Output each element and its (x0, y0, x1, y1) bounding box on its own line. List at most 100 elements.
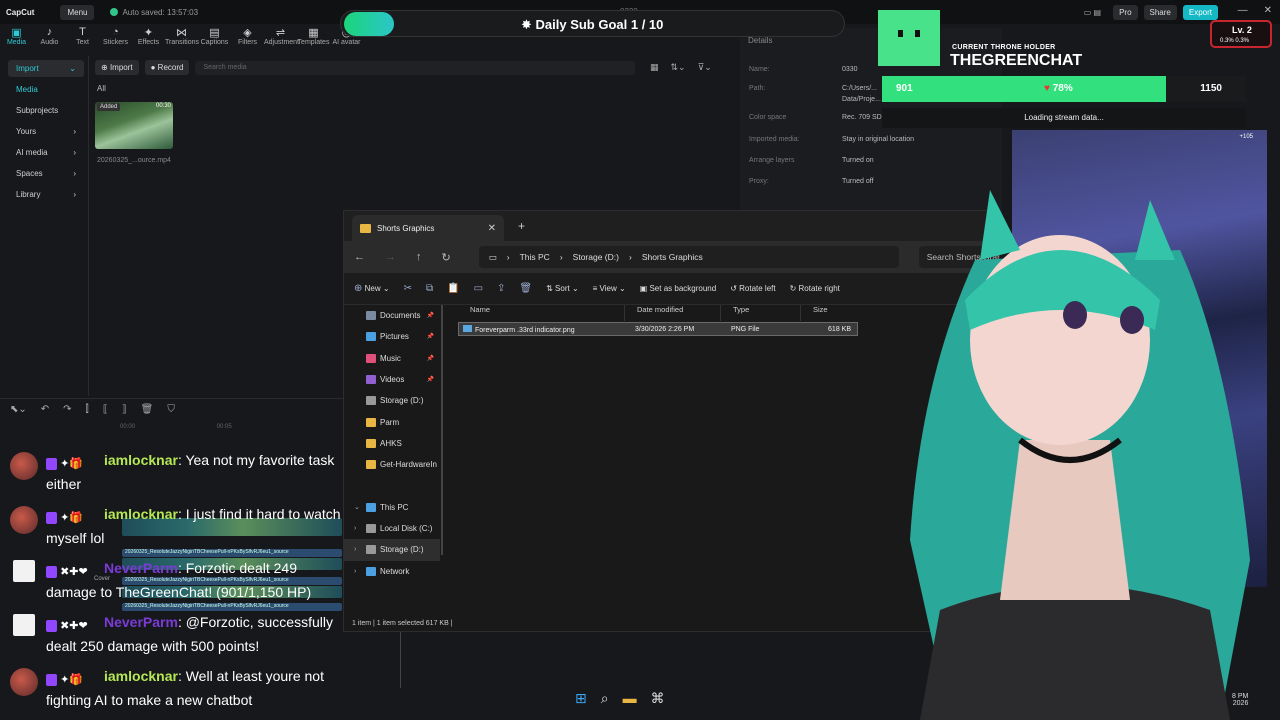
twitch-badge-icon (46, 458, 57, 471)
paste-icon[interactable]: 📋 (447, 283, 459, 294)
rotate-right-button[interactable]: ↻ Rotate right (790, 284, 840, 293)
sidebar-item-spaces[interactable]: Spaces › (8, 165, 84, 182)
rename-icon[interactable]: ▭ (474, 283, 483, 294)
hp-max: 1150 (1200, 83, 1222, 94)
split-icon[interactable]: ⫿ (86, 404, 89, 415)
import-button[interactable]: ⊕ Import (95, 60, 139, 75)
menu-button[interactable]: Menu (60, 4, 95, 20)
column-size[interactable]: Size (800, 305, 858, 321)
new-button[interactable]: ⊕ New ⌄ (354, 283, 390, 294)
badge-icons: ✦🎁 (60, 512, 83, 524)
sort-button[interactable]: ⇅ Sort ⌄ (546, 284, 579, 293)
nav-icon (366, 311, 376, 321)
nav-scrollbar[interactable] (441, 305, 443, 555)
split-left-icon[interactable]: ⟦ (103, 404, 108, 415)
cut-icon[interactable]: ✂ (404, 283, 412, 294)
tool-icon: ▦ (308, 27, 319, 39)
forward-icon[interactable]: → (385, 251, 396, 263)
sidebar-item-ai-media[interactable]: AI media › (8, 144, 84, 161)
tool-captions[interactable]: ▤ Captions (198, 24, 231, 52)
undo-icon[interactable]: ↶ (41, 404, 49, 415)
rotate-left-button[interactable]: ↺ Rotate left (730, 284, 775, 293)
sidebar-item-yours[interactable]: Yours › (8, 123, 84, 140)
sidebar-item-media[interactable]: Media (8, 81, 84, 98)
tool-templates[interactable]: ▦ Templates (297, 24, 330, 52)
nav-item[interactable]: Music 📌 (344, 348, 440, 369)
rotate-left-label: Rotate left (739, 284, 776, 293)
sidebar-item-label: Yours (16, 127, 37, 136)
sort-icon[interactable]: ⇅⌄ (671, 62, 686, 73)
nav-icon (366, 417, 376, 427)
copy-icon[interactable]: ⧉ (426, 283, 433, 294)
tab-shorts-graphics[interactable]: Shorts Graphics ✕ (352, 215, 504, 241)
breadcrumb-item[interactable]: Storage (D:) (573, 252, 619, 262)
tool-transitions[interactable]: ⋈ Transitions (165, 24, 199, 52)
split-right-icon[interactable]: ⟧ (122, 404, 127, 415)
chat-overlay: ✦🎁 iamlocknar: Yea not my favorite task ei… (0, 440, 360, 720)
back-icon[interactable]: ← (354, 251, 365, 263)
grid-view-icon[interactable]: ▦ (650, 62, 659, 73)
column-name[interactable]: Name (458, 305, 624, 321)
pin-icon: 📌 (426, 313, 434, 320)
clip-filename: 20260325_...ource.mp4 (97, 157, 171, 164)
tool-stickers[interactable]: ◔ Stickers (99, 24, 132, 52)
filter-icon[interactable]: ⊽⌄ (698, 62, 712, 73)
details-key: Imported media: (749, 136, 800, 143)
new-tab-icon[interactable]: + (518, 219, 525, 233)
avatar (10, 668, 38, 696)
nav-item[interactable]: Pictures 📌 (344, 326, 440, 347)
sidebar-item-import[interactable]: Import ⌄ (8, 60, 84, 77)
column-date[interactable]: Date modified (624, 305, 720, 321)
column-headers: Name Date modified Type Size (458, 305, 858, 321)
chat-text: : Yea not my favorite task (177, 452, 335, 468)
tool-adjustment[interactable]: ⇌ Adjustment (264, 24, 299, 52)
media-search-input[interactable]: Search media (195, 60, 635, 75)
breadcrumb-item[interactable]: This PC (520, 252, 550, 262)
throne-widget: CURRENT THRONE HOLDER THEGREENCHAT 901 ♥… (878, 10, 1254, 130)
set-background-button[interactable]: ▣ Set as background (640, 284, 717, 293)
close-tab-icon[interactable]: ✕ (488, 223, 496, 234)
file-explorer-icon[interactable]: ▬ (623, 690, 637, 707)
record-button[interactable]: ● Record (144, 60, 190, 75)
up-icon[interactable]: ↑ (416, 251, 422, 263)
capcut-app-icon[interactable]: ⌘ (651, 690, 665, 707)
breadcrumb[interactable]: ▭ › This PC › Storage (D:) › Shorts Graphic… (478, 246, 899, 268)
twitch-badge-icon (46, 674, 57, 687)
table-row[interactable]: Foreverparm .33rd indicator.png 3/30/202… (458, 322, 858, 336)
delete-icon[interactable]: 🗑 (141, 404, 154, 415)
breadcrumb-item[interactable]: Shorts Graphics (642, 252, 703, 262)
select-tool-icon[interactable]: ⬉⌄ (10, 404, 27, 415)
media-clip-thumbnail[interactable]: Added 00:30 (95, 102, 173, 149)
nav-item[interactable]: Storage (D:) (344, 390, 440, 411)
chat-text: : Forzotic dealt 249 (177, 560, 297, 576)
nav-item[interactable]: Documents 📌 (344, 305, 440, 326)
refresh-icon[interactable]: ↻ (442, 251, 451, 264)
view-button[interactable]: ≡ View ⌄ (593, 284, 626, 293)
sidebar-item-subprojects[interactable]: Subprojects (8, 102, 84, 119)
nav-label: This PC (380, 502, 409, 512)
delete-icon[interactable]: 🗑 (519, 283, 532, 294)
share-icon[interactable]: ⇪ (497, 283, 505, 294)
autosave-status: Auto saved: 13:57:03 (110, 8, 198, 17)
windows-start-icon[interactable]: ⊞ (575, 690, 587, 707)
chevron-right-icon: › (506, 252, 510, 262)
redo-icon[interactable]: ↷ (63, 404, 71, 415)
close-icon[interactable]: ✕ (1264, 5, 1272, 16)
tool-audio[interactable]: ♪ Audio (33, 24, 66, 52)
nav-item[interactable]: Videos 📌 (344, 369, 440, 390)
sidebar-item-library[interactable]: Library › (8, 186, 84, 203)
search-icon[interactable]: ⌕ (601, 690, 609, 707)
tool-text[interactable]: T Text (66, 24, 99, 52)
shield-icon[interactable]: ⛉ (167, 404, 175, 415)
nav-item[interactable]: Parm (344, 411, 440, 432)
tool-filters[interactable]: ◈ Filters (231, 24, 264, 52)
chat-text-continued: either (46, 476, 82, 492)
tool-effects[interactable]: ✦ Effects (132, 24, 165, 52)
nav-icon (366, 353, 376, 363)
tool-media[interactable]: ▣ Media (0, 24, 33, 52)
column-type[interactable]: Type (720, 305, 800, 321)
tool-label: Effects (137, 39, 160, 46)
twitch-badge-icon (46, 620, 57, 633)
tool-icon: ▤ (209, 27, 220, 39)
file-type: PNG File (731, 325, 760, 333)
